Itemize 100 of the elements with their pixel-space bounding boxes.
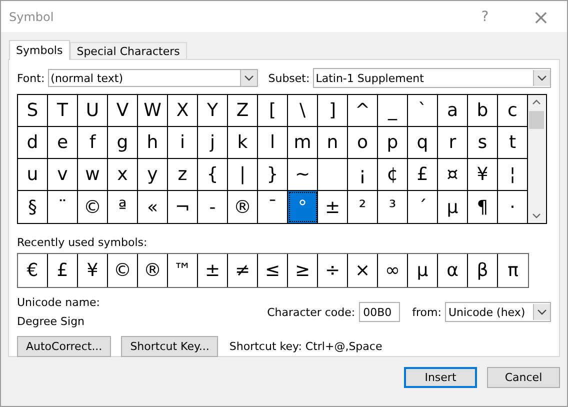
symbol-cell[interactable]: l [258, 127, 288, 159]
symbol-cell[interactable]: © [78, 191, 108, 223]
symbol-cell[interactable]: µ [408, 254, 438, 287]
symbol-cell[interactable]: ≥ [288, 254, 318, 287]
symbol-cell[interactable]: ± [198, 254, 228, 287]
symbol-cell[interactable]: U [78, 95, 108, 127]
symbol-cell[interactable]: x [108, 159, 138, 191]
symbol-cell[interactable]: ³ [378, 191, 408, 223]
symbol-cell[interactable]: s [468, 127, 498, 159]
symbol-cell[interactable]: e [48, 127, 78, 159]
symbol-cell[interactable]: ² [348, 191, 378, 223]
symbol-cell[interactable]: ´ [408, 191, 438, 223]
subset-dropdown[interactable]: Latin-1 Supplement [312, 68, 551, 88]
chevron-down-icon [537, 75, 547, 81]
symbol-cell[interactable]: i [168, 127, 198, 159]
symbol-cell[interactable]: ¢ [378, 159, 408, 191]
symbol-cell[interactable]: } [258, 159, 288, 191]
symbol-cell[interactable]: [ [258, 95, 288, 127]
symbol-cell[interactable]: ¥ [468, 159, 498, 191]
symbol-cell[interactable]: g [108, 127, 138, 159]
symbol-cell[interactable]: ¤ [438, 159, 468, 191]
cancel-button[interactable]: Cancel [487, 367, 560, 388]
symbol-cell[interactable]: p [378, 127, 408, 159]
symbol-cell[interactable]: f [78, 127, 108, 159]
dialog-button[interactable]: Shortcut Key... [121, 336, 218, 357]
symbol-cell[interactable]: ° [288, 191, 318, 223]
character-code-field[interactable]: 00B0 [359, 302, 400, 322]
symbol-cell[interactable]: ≤ [258, 254, 288, 287]
symbol-cell[interactable]: W [138, 95, 168, 127]
symbol-cell[interactable]: a [438, 95, 468, 127]
symbol-cell[interactable]: ` [408, 95, 438, 127]
symbol-cell[interactable]: u [18, 159, 48, 191]
symbol-cell[interactable]: ® [138, 254, 168, 287]
symbol-cell[interactable]: z [168, 159, 198, 191]
symbol-cell[interactable]: j [198, 127, 228, 159]
subset-label: Subset: [268, 72, 310, 84]
symbol-cell[interactable]: × [348, 254, 378, 287]
scroll-down-icon[interactable] [532, 213, 541, 219]
insert-button[interactable]: Insert [404, 367, 477, 388]
dialog-button[interactable]: AutoCorrect... [17, 336, 112, 357]
symbol-cell[interactable]: £ [48, 254, 78, 287]
symbol-cell[interactable]: ^ [348, 95, 378, 127]
symbol-cell[interactable]: π [498, 254, 528, 287]
symbol-cell[interactable]: k [228, 127, 258, 159]
scroll-thumb[interactable] [529, 111, 544, 129]
window-title: Symbol [9, 10, 55, 24]
symbol-cell[interactable]: α [438, 254, 468, 287]
symbol-cell[interactable]: y [138, 159, 168, 191]
symbol-cell[interactable]: q [408, 127, 438, 159]
symbol-cell[interactable]: ® [228, 191, 258, 223]
scroll-up-icon[interactable] [532, 99, 541, 105]
symbol-cell[interactable]: w [78, 159, 108, 191]
scrollbar[interactable] [528, 95, 545, 223]
symbol-cell[interactable]: d [18, 127, 48, 159]
symbol-cell[interactable]: β [468, 254, 498, 287]
symbol-cell[interactable]: h [138, 127, 168, 159]
symbol-cell[interactable]: S [18, 95, 48, 127]
symbol-cell[interactable]: r [438, 127, 468, 159]
symbol-cell[interactable]: { [198, 159, 228, 191]
symbol-cell[interactable]: T [48, 95, 78, 127]
symbol-cell[interactable]: ¥ [78, 254, 108, 287]
symbol-cell[interactable]: € [18, 254, 48, 287]
symbol-cell[interactable]: _ [378, 95, 408, 127]
symbol-cell[interactable]: Z [228, 95, 258, 127]
symbol-cell[interactable]: © [108, 254, 138, 287]
chevron-down-icon [244, 75, 254, 81]
font-dropdown[interactable]: (normal text) [48, 69, 258, 87]
symbol-cell[interactable]: v [48, 159, 78, 191]
symbol-cell[interactable]: ª [108, 191, 138, 223]
symbol-cell[interactable]: V [108, 95, 138, 127]
empty-cell[interactable] [318, 159, 348, 191]
symbol-cell[interactable]: ™ [168, 254, 198, 287]
symbol-cell[interactable]: Y [198, 95, 228, 127]
symbol-cell[interactable]: ¨ [48, 191, 78, 223]
symbol-cell[interactable]: b [468, 95, 498, 127]
from-dropdown[interactable]: Unicode (hex) [445, 302, 551, 322]
symbol-cell[interactable]: | [228, 159, 258, 191]
symbol-cell[interactable]: n [318, 127, 348, 159]
symbol-cell[interactable]: ¡ [348, 159, 378, 191]
tab[interactable]: Special Characters [70, 42, 187, 59]
tab[interactable]: Symbols [9, 40, 70, 60]
close-button[interactable]: × [529, 4, 553, 28]
symbol-cell[interactable]: m [288, 127, 318, 159]
symbol-cell[interactable]: ∞ [378, 254, 408, 287]
symbol-cell[interactable]: \ [288, 95, 318, 127]
symbol-cell[interactable]: § [18, 191, 48, 223]
symbol-cell[interactable]: X [168, 95, 198, 127]
font-label: Font: [17, 72, 45, 84]
symbol-cell[interactable]: ¬ [168, 191, 198, 223]
symbol-cell[interactable]: ¶ [468, 191, 498, 223]
symbol-cell[interactable]: ≠ [228, 254, 258, 287]
symbol-cell[interactable]: £ [408, 159, 438, 191]
symbol-cell[interactable]: - [198, 191, 228, 223]
symbol-cell[interactable]: µ [438, 191, 468, 223]
symbol-cell[interactable]: ] [318, 95, 348, 127]
symbol-cell[interactable]: ± [318, 191, 348, 223]
help-button[interactable]: ? [475, 8, 495, 24]
symbol-cell[interactable]: o [348, 127, 378, 159]
symbol-cell[interactable]: ÷ [318, 254, 348, 287]
symbol-cell[interactable]: « [138, 191, 168, 223]
